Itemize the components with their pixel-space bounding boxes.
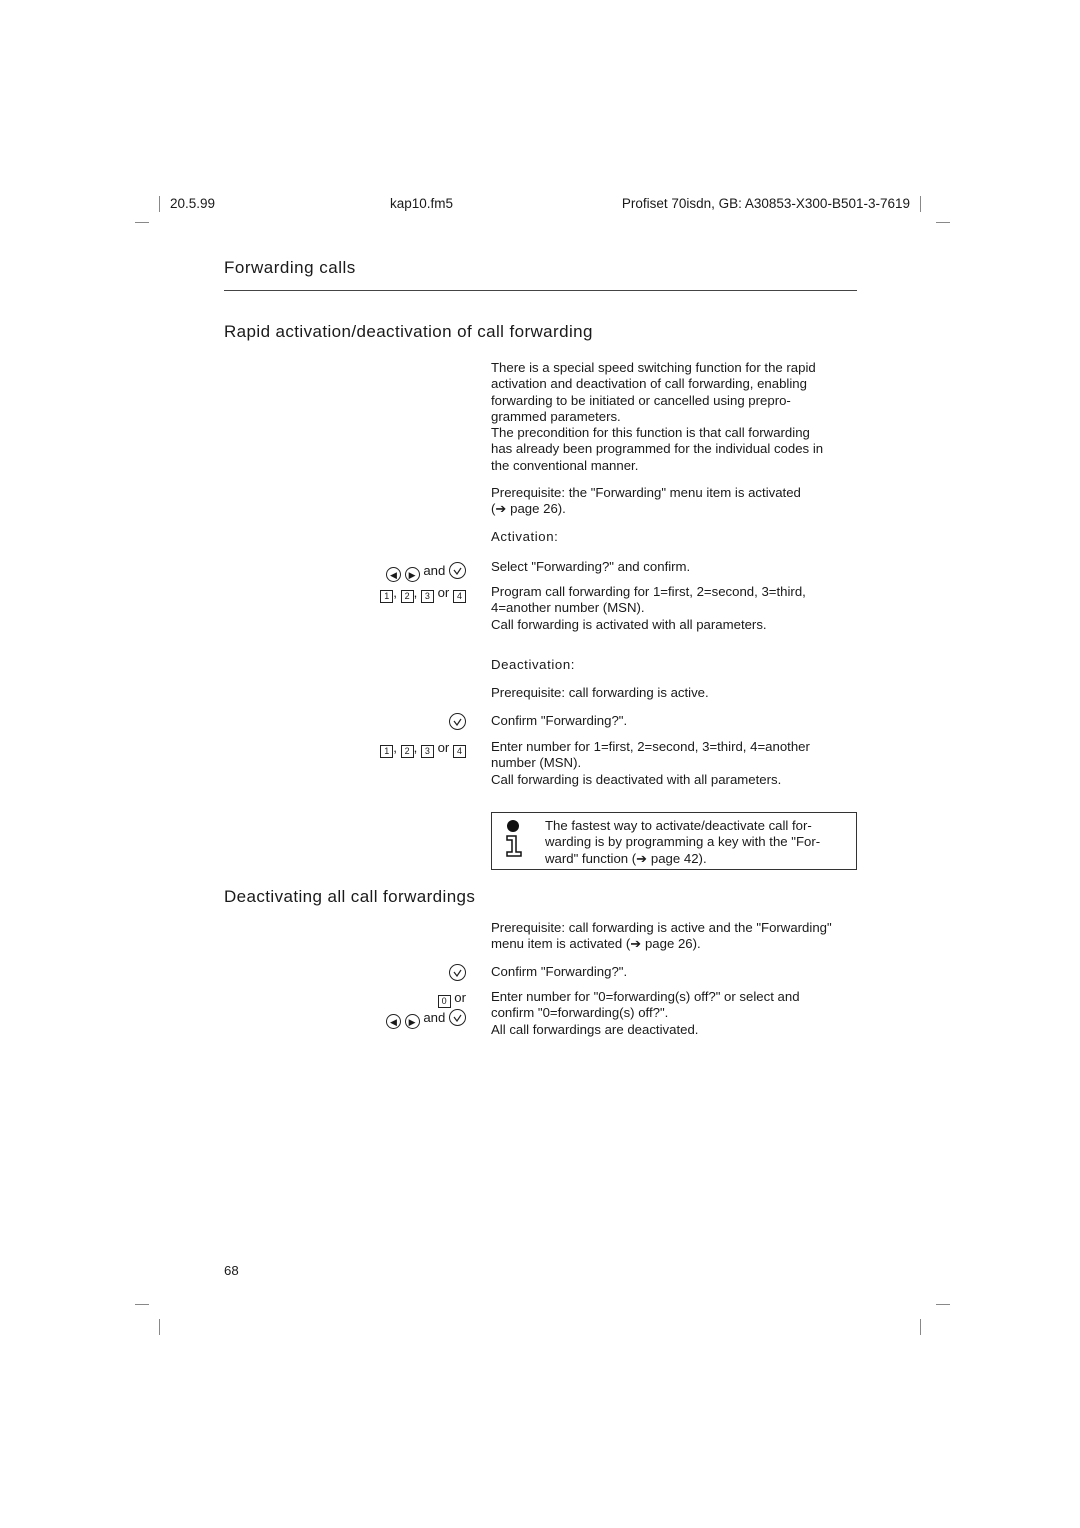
chapter-title: Forwarding calls	[224, 258, 356, 277]
text-line: All call forwardings are deactivated.	[491, 1021, 699, 1037]
digit-key-icon: 2	[400, 745, 414, 758]
prerequisite-paragraph: Prerequisite: call forwarding is active …	[491, 920, 832, 953]
digit-key-icon: 1	[380, 745, 394, 758]
left-arrow-key-icon: ◀	[385, 567, 401, 582]
key-sequence	[206, 964, 466, 981]
key-sequence	[206, 713, 466, 730]
right-arrow-key-icon: ▶	[404, 1014, 420, 1029]
text-line: confirm "0=forwarding(s) off?".	[491, 1005, 669, 1021]
key-sequence: ◀ ▶ and	[206, 562, 466, 582]
header-date: 20.5.99	[170, 196, 216, 211]
section-title: Rapid activation/deactivation of call fo…	[224, 322, 593, 341]
step-description: Confirm "Forwarding?".	[491, 964, 627, 980]
text-line: menu item is activated (➔ page 26).	[491, 936, 701, 952]
text-line: Confirm "Forwarding?".	[491, 964, 628, 979]
confirm-key-icon	[449, 1009, 466, 1026]
confirm-key-icon	[449, 562, 466, 579]
text-line: Select "Forwarding?" and confirm.	[491, 559, 691, 574]
deactivation-label: Deactivation:	[491, 657, 576, 672]
crop-mark	[135, 222, 149, 223]
deactivation-prerequisite: Prerequisite: call forwarding is active.	[491, 685, 709, 700]
crop-mark	[936, 1304, 950, 1305]
intro-paragraph: There is a special speed switching funct…	[491, 360, 823, 474]
text-line: The fastest way to activate/deactivate c…	[545, 818, 812, 833]
right-arrow-key-icon: ▶	[404, 567, 420, 582]
key-conjunction: and	[423, 1010, 446, 1025]
text-line: forwarding to be initiated or cancelled …	[491, 392, 791, 408]
digit-key-icon: 4	[453, 590, 466, 603]
header-product: Profiset 70isdn, GB: A30853-X300-B501-3-…	[621, 196, 910, 211]
key-conjunction: and	[423, 563, 446, 578]
crop-mark	[936, 222, 950, 223]
step-description: Confirm "Forwarding?".	[491, 713, 627, 729]
info-icon	[504, 819, 524, 864]
text-line: grammed parameters.	[491, 408, 621, 424]
digit-key-icon: 2	[400, 590, 414, 603]
crop-mark	[159, 196, 160, 212]
text-line: Enter number for "0=forwarding(s) off?" …	[491, 989, 800, 1004]
text-line: There is a special speed switching funct…	[491, 360, 816, 375]
note-text: The fastest way to activate/deactivate c…	[545, 818, 820, 867]
digit-key-icon: 4	[453, 745, 466, 758]
text-line: Program call forwarding for 1=first, 2=s…	[491, 584, 806, 599]
key-conjunction: or	[437, 740, 450, 755]
step-description: Enter number for "0=forwarding(s) off?" …	[491, 989, 800, 1038]
text-line: (➔ page 26).	[491, 501, 566, 517]
key-sequence: 1, 2, 3 or 4	[206, 740, 466, 758]
text-line: Call forwarding is activated with all pa…	[491, 616, 767, 632]
crop-mark	[159, 1319, 160, 1335]
info-note: The fastest way to activate/deactivate c…	[491, 812, 857, 870]
left-arrow-key-icon: ◀	[385, 1014, 401, 1029]
digit-key-icon: 0	[437, 995, 451, 1008]
text-line: Call forwarding is deactivated with all …	[491, 771, 782, 787]
title-rule	[224, 290, 857, 291]
prerequisite-paragraph: Prerequisite: the "Forwarding" menu item…	[491, 485, 801, 518]
text-line: The precondition for this function is th…	[491, 425, 810, 441]
activation-label: Activation:	[491, 529, 559, 544]
confirm-key-icon	[449, 713, 466, 730]
key-conjunction: or	[437, 585, 450, 600]
crop-mark	[135, 1304, 149, 1305]
text-line: ward" function (➔ page 42).	[545, 850, 707, 866]
crop-mark	[920, 196, 921, 212]
text-line: the conventional manner.	[491, 457, 639, 473]
key-sequence: 1, 2, 3 or 4	[206, 585, 466, 603]
text-line: number (MSN).	[491, 755, 582, 771]
key-conjunction: or	[454, 990, 466, 1005]
key-sequence: 0 or ◀ ▶ and	[206, 990, 466, 1029]
text-line: Confirm "Forwarding?".	[491, 713, 628, 728]
text-line: warding is by programming a key with the…	[545, 834, 821, 850]
confirm-key-icon	[449, 964, 466, 981]
text-line: has already been programmed for the indi…	[491, 441, 824, 457]
text-line: Prerequisite: the "Forwarding" menu item…	[491, 485, 801, 500]
text-line: Prerequisite: call forwarding is active …	[491, 920, 832, 935]
digit-key-icon: 3	[420, 745, 434, 758]
crop-mark	[920, 1319, 921, 1335]
digit-key-icon: 3	[420, 590, 434, 603]
text-line: 4=another number (MSN).	[491, 600, 645, 616]
step-description: Select "Forwarding?" and confirm.	[491, 559, 690, 575]
text-line: Enter number for 1=first, 2=second, 3=th…	[491, 739, 810, 754]
section-title: Deactivating all call forwardings	[224, 887, 476, 906]
header-filename: kap10.fm5	[390, 196, 454, 211]
step-description: Program call forwarding for 1=first, 2=s…	[491, 584, 806, 633]
step-description: Enter number for 1=first, 2=second, 3=th…	[491, 739, 810, 788]
text-line: activation and deactivation of call forw…	[491, 376, 807, 392]
page-number: 68	[224, 1263, 239, 1278]
digit-key-icon: 1	[380, 590, 394, 603]
